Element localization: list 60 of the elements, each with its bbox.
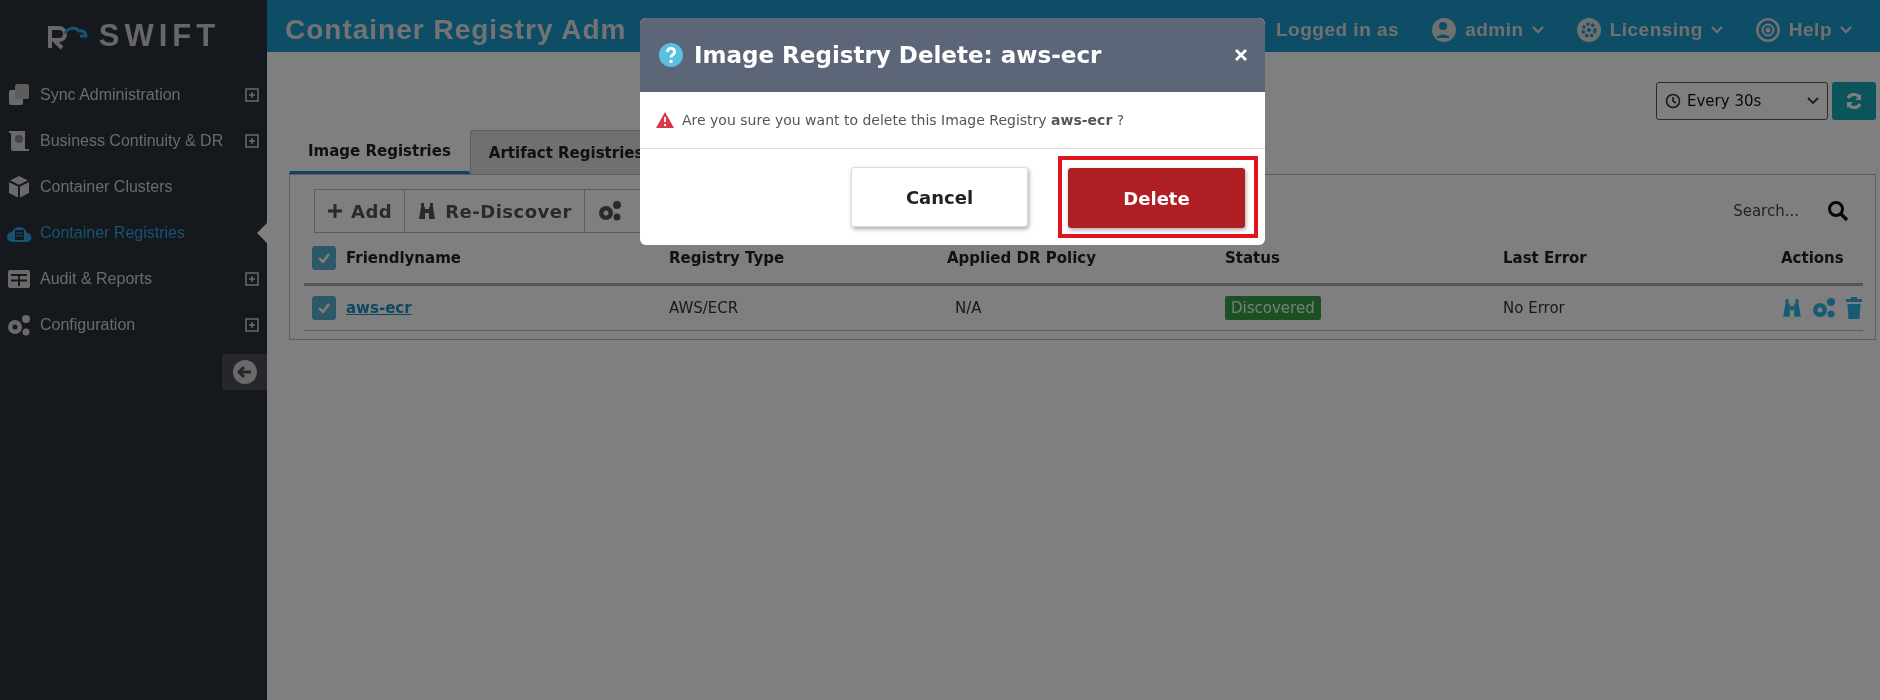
- cancel-button[interactable]: Cancel: [851, 167, 1028, 227]
- logo-text: SWIFT: [98, 18, 221, 54]
- arrow-left-icon: [231, 359, 258, 385]
- binoculars-icon[interactable]: [1781, 298, 1803, 318]
- select-all-checkbox[interactable]: [312, 246, 336, 270]
- chevron-down-icon: [1807, 97, 1819, 105]
- chevron-down-icon: [1531, 26, 1544, 34]
- user-icon: [1431, 17, 1458, 43]
- collapse-sidebar-button[interactable]: [222, 354, 267, 390]
- question-icon: [658, 42, 684, 68]
- column-header: Actions: [1781, 249, 1844, 267]
- scroll-gear-icon: [6, 129, 32, 153]
- sidebar-item[interactable]: Audit & Reports: [0, 256, 267, 302]
- cube-icon: [6, 175, 32, 199]
- sidebar-item[interactable]: Container Clusters: [0, 164, 267, 210]
- row-checkbox[interactable]: [312, 296, 336, 320]
- user-menu[interactable]: admin: [1431, 17, 1544, 43]
- column-header: Last Error: [1503, 249, 1587, 267]
- dialog-title: Image Registry Delete: aws-ecr: [694, 42, 1103, 68]
- check-icon: [317, 252, 331, 264]
- table-cell: AWS/ECR: [669, 299, 739, 317]
- sidebar-item[interactable]: Configuration: [0, 302, 267, 348]
- check-icon: [317, 302, 331, 314]
- help-menu[interactable]: Help: [1754, 17, 1852, 43]
- table-cell: No Error: [1503, 299, 1565, 317]
- gears-icon: [596, 200, 623, 222]
- page-title: Container Registry Adm: [285, 14, 627, 46]
- status-badge: Discovered: [1225, 296, 1321, 320]
- chevron-down-icon: [1710, 26, 1723, 34]
- plus-icon: [327, 203, 343, 219]
- search-icon[interactable]: [1827, 200, 1849, 222]
- registry-name-link[interactable]: aws-ecr: [346, 299, 412, 317]
- close-icon[interactable]: [1235, 49, 1247, 61]
- table-icon: [6, 267, 32, 291]
- warning-icon: [656, 112, 674, 128]
- gear-icon: [1575, 17, 1602, 43]
- gears-icon: [6, 313, 32, 337]
- chevron-down-icon: [1840, 26, 1852, 34]
- licensing-menu[interactable]: Licensing: [1575, 17, 1723, 43]
- copy-icon: [6, 83, 32, 107]
- sidebar-item[interactable]: Sync Administration: [0, 72, 267, 118]
- lifebuoy-icon: [1754, 17, 1781, 43]
- logged-in-label: Logged in as: [1276, 19, 1400, 41]
- refresh-button[interactable]: [1832, 82, 1876, 120]
- column-header: Applied DR Policy: [947, 249, 1096, 267]
- column-header: Status: [1225, 249, 1280, 267]
- clock-icon: [1665, 93, 1681, 109]
- search-field[interactable]: Search...: [1733, 202, 1799, 220]
- confirmation-message: Are you sure you want to delete this Image Registry aws-ecr ?: [682, 112, 1125, 128]
- table-cell-text: N/A: [954, 299, 982, 317]
- sidebar-item[interactable]: Business Continuity & DR: [0, 118, 267, 164]
- column-header: Registry Type: [669, 249, 785, 267]
- delete-button[interactable]: Delete: [1068, 168, 1245, 228]
- refresh-interval-select[interactable]: Every 30s: [1656, 82, 1828, 120]
- binoculars-icon: [417, 202, 438, 220]
- sidebar-item[interactable]: Container Registries: [0, 210, 267, 256]
- trash-icon[interactable]: [1845, 297, 1863, 319]
- refresh-icon: [1844, 91, 1864, 111]
- column-header: Friendlyname: [346, 249, 461, 267]
- gears-icon[interactable]: [1811, 297, 1837, 319]
